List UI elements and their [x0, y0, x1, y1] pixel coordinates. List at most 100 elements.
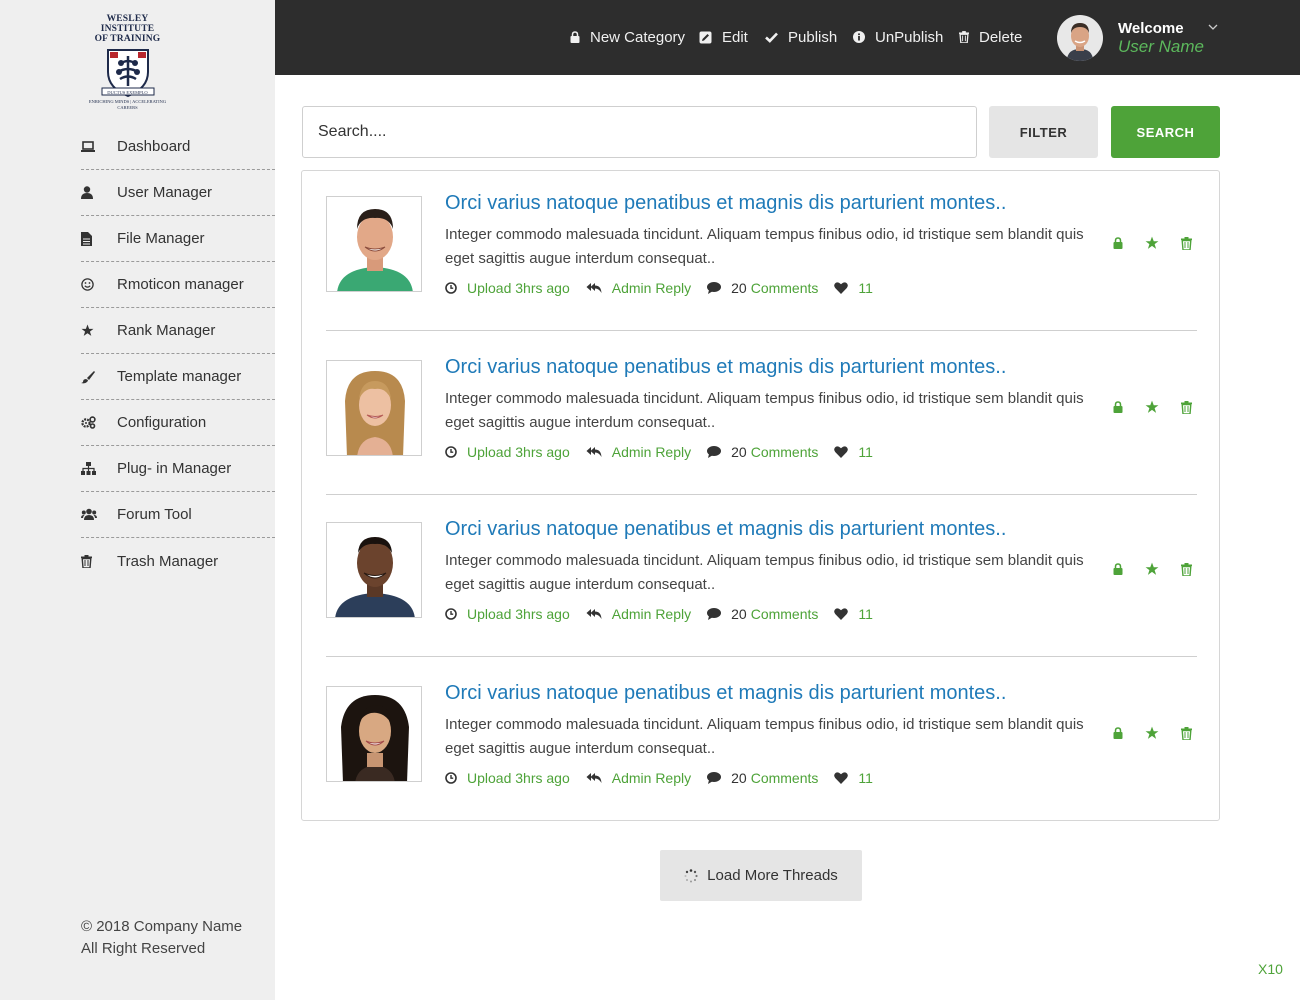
thread-avatar[interactable]	[326, 522, 422, 618]
load-more-button[interactable]: Load More Threads	[660, 850, 862, 901]
thread-title[interactable]: Orci varius natoque penatibus et magnis …	[445, 682, 1006, 705]
trash-icon[interactable]	[1181, 236, 1192, 250]
sidebar-item-dashboard[interactable]: Dashboard	[81, 124, 275, 170]
comment-count: 20	[731, 280, 747, 296]
username: User Name	[1118, 37, 1204, 56]
logo[interactable]: WESLEY INSTITUTE OF TRAINING DUCTUS EXEM…	[80, 14, 175, 110]
comments-link[interactable]: 20 Comments	[707, 770, 818, 786]
sidebar-item-trash-manager[interactable]: Trash Manager	[81, 538, 275, 584]
trash-icon[interactable]	[1181, 726, 1192, 740]
admin-reply-link[interactable]: Admin Reply	[586, 280, 691, 296]
sidebar-item-label: Plug- in Manager	[117, 460, 232, 477]
users-icon	[81, 508, 117, 521]
publish-label: Publish	[788, 28, 838, 46]
comments-link[interactable]: 20 Comments	[707, 280, 818, 296]
like-button[interactable]: 11	[834, 280, 873, 296]
sitemap-icon	[81, 462, 117, 475]
thread-item: Orci varius natoque penatibus et magnis …	[326, 518, 1197, 662]
trash-icon[interactable]	[1181, 562, 1192, 576]
lock-icon[interactable]	[1113, 563, 1123, 575]
thread-avatar[interactable]	[326, 360, 422, 456]
upload-time: Upload 3hrs ago	[467, 280, 570, 296]
publish-button[interactable]: Publish	[765, 27, 837, 47]
lock-icon[interactable]	[1113, 237, 1123, 249]
star-icon[interactable]	[1145, 400, 1159, 414]
upload-time: Upload 3hrs ago	[467, 606, 570, 622]
admin-reply-label: Admin Reply	[611, 770, 692, 786]
reply-all-icon	[586, 609, 602, 619]
sidebar-nav: Dashboard User Manager File Manager Rmot…	[81, 124, 275, 584]
upload-info: Upload 3hrs ago	[445, 770, 570, 786]
chevron-down-icon[interactable]	[1208, 23, 1218, 31]
comment-count: 20	[731, 444, 747, 460]
edit-button[interactable]: Edit	[699, 27, 748, 47]
thread-meta: Upload 3hrs ago Admin Reply 20 Comments …	[445, 442, 873, 462]
thread-title[interactable]: Orci varius natoque penatibus et magnis …	[445, 356, 1006, 379]
user-icon	[81, 186, 117, 199]
thread-item: Orci varius natoque penatibus et magnis …	[326, 192, 1197, 336]
trash-icon[interactable]	[1181, 400, 1192, 414]
sidebar-item-configuration[interactable]: Configuration	[81, 400, 275, 446]
clock-icon	[445, 282, 457, 294]
admin-reply-link[interactable]: Admin Reply	[586, 444, 691, 460]
logo-motto: DUCTUS EXEMPLO	[107, 90, 148, 95]
cogs-icon	[81, 416, 117, 429]
like-button[interactable]: 11	[834, 444, 873, 460]
new-category-button[interactable]: New Category	[570, 27, 685, 47]
thread-avatar[interactable]	[326, 196, 422, 292]
admin-reply-label: Admin Reply	[611, 280, 692, 296]
upload-info: Upload 3hrs ago	[445, 280, 570, 296]
thread-meta: Upload 3hrs ago Admin Reply 20 Comments …	[445, 768, 873, 788]
heart-icon	[834, 282, 849, 294]
clock-icon	[445, 446, 457, 458]
upload-info: Upload 3hrs ago	[445, 606, 570, 622]
sidebar-item-label: File Manager	[117, 230, 205, 247]
search-input[interactable]	[302, 106, 977, 158]
thread-divider	[326, 330, 1197, 331]
thread-divider	[326, 656, 1197, 657]
sidebar-item-rank-manager[interactable]: Rank Manager	[81, 308, 275, 354]
delete-label: Delete	[979, 28, 1023, 46]
sidebar-item-emoticon-manager[interactable]: Rmoticon manager	[81, 262, 275, 308]
lock-icon[interactable]	[1113, 401, 1123, 413]
sidebar-item-label: Forum Tool	[117, 506, 192, 523]
unpublish-button[interactable]: UnPublish	[853, 27, 943, 47]
laptop-icon	[81, 140, 117, 153]
admin-reply-link[interactable]: Admin Reply	[586, 606, 691, 622]
like-count: 11	[858, 770, 873, 786]
thread-divider	[326, 494, 1197, 495]
star-icon[interactable]	[1145, 236, 1159, 250]
star-icon[interactable]	[1145, 726, 1159, 740]
sidebar-item-label: Dashboard	[117, 138, 191, 155]
thread-list: Orci varius natoque penatibus et magnis …	[301, 170, 1220, 821]
like-button[interactable]: 11	[834, 606, 873, 622]
thread-title[interactable]: Orci varius natoque penatibus et magnis …	[445, 518, 1006, 541]
clock-icon	[445, 608, 457, 620]
search-button[interactable]: SEARCH	[1111, 106, 1220, 158]
thread-excerpt: Integer commodo malesuada tincidunt. Ali…	[445, 390, 1084, 431]
thread-excerpt: Integer commodo malesuada tincidunt. Ali…	[445, 552, 1084, 593]
sidebar-item-user-manager[interactable]: User Manager	[81, 170, 275, 216]
comment-count: 20	[731, 770, 747, 786]
sidebar-item-forum-tool[interactable]: Forum Tool	[81, 492, 275, 538]
topbar: New Category Edit Publish UnPublish Dele…	[275, 0, 1300, 75]
sidebar-item-plugin-manager[interactable]: Plug- in Manager	[81, 446, 275, 492]
thread-title[interactable]: Orci varius natoque penatibus et magnis …	[445, 192, 1006, 215]
star-icon[interactable]	[1145, 562, 1159, 576]
avatar[interactable]	[1057, 15, 1103, 61]
comments-link[interactable]: 20 Comments	[707, 606, 818, 622]
sidebar-item-file-manager[interactable]: File Manager	[81, 216, 275, 262]
lock-icon[interactable]	[1113, 727, 1123, 739]
like-button[interactable]: 11	[834, 770, 873, 786]
comments-link[interactable]: 20 Comments	[707, 444, 818, 460]
file-icon	[81, 231, 117, 246]
filter-button[interactable]: FILTER	[989, 106, 1098, 158]
delete-button[interactable]: Delete	[959, 27, 1022, 47]
sidebar: WESLEY INSTITUTE OF TRAINING DUCTUS EXEM…	[0, 0, 275, 1000]
welcome-text: Welcome	[1118, 20, 1184, 37]
thread-avatar[interactable]	[326, 686, 422, 782]
load-more-label: Load More Threads	[707, 867, 838, 884]
sidebar-item-template-manager[interactable]: Template manager	[81, 354, 275, 400]
admin-reply-link[interactable]: Admin Reply	[586, 770, 691, 786]
like-count: 11	[858, 606, 873, 622]
